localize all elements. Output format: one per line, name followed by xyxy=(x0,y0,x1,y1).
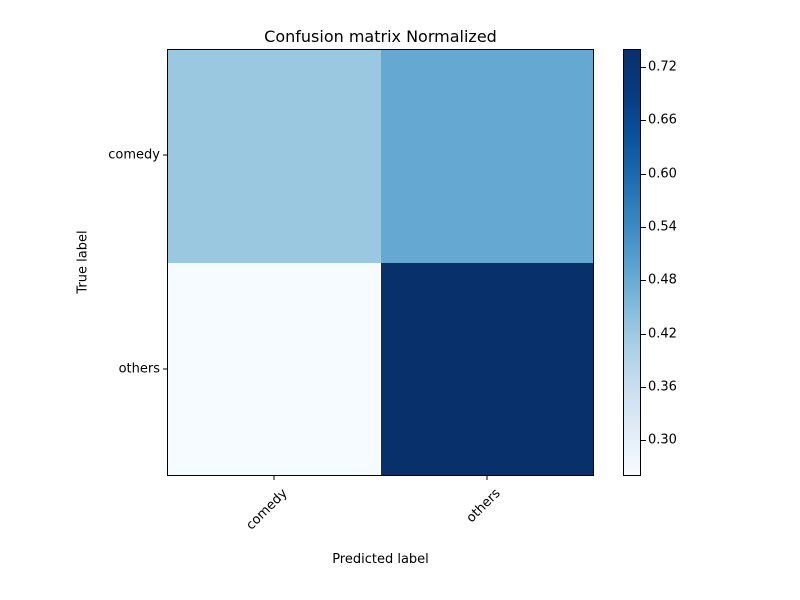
colorbar-tick-label: 0.48 xyxy=(648,273,677,288)
heatmap-cell-0-1 xyxy=(381,50,594,263)
colorbar-tickmark xyxy=(641,440,646,441)
colorbar-tick-label: 0.30 xyxy=(648,433,677,448)
colorbar-tickmark xyxy=(641,280,646,281)
x-tick-label-1: others xyxy=(408,486,503,581)
x-tick-label-0: comedy xyxy=(195,486,290,581)
colorbar-tickmark xyxy=(641,174,646,175)
heatmap-cell-0-0 xyxy=(168,50,381,263)
colorbar-tickmark xyxy=(641,387,646,388)
y-tick-label-0: comedy xyxy=(60,148,160,163)
colorbar-tick-label: 0.72 xyxy=(648,59,677,74)
colorbar-tick-label: 0.42 xyxy=(648,326,677,341)
colorbar-tick-label: 0.66 xyxy=(648,113,677,128)
heatmap-cell-1-0 xyxy=(168,263,381,476)
colorbar-tick-label: 0.60 xyxy=(648,166,677,181)
colorbar-tickmark xyxy=(641,120,646,121)
colorbar xyxy=(623,49,641,476)
colorbar-tickmark xyxy=(641,334,646,335)
colorbar-tickmark xyxy=(641,67,646,68)
heatmap-plot xyxy=(167,49,594,476)
colorbar-tickmark xyxy=(641,227,646,228)
colorbar-tick-label: 0.54 xyxy=(648,219,677,234)
colorbar-tick-label: 0.36 xyxy=(648,380,677,395)
y-tick-label-1: others xyxy=(60,362,160,377)
figure: Confusion matrix Normalized comedy other… xyxy=(0,0,800,600)
heatmap-cell-1-1 xyxy=(381,263,594,476)
x-axis-label: Predicted label xyxy=(167,552,594,567)
y-axis-label: True label xyxy=(76,230,91,293)
chart-title: Confusion matrix Normalized xyxy=(167,27,594,46)
